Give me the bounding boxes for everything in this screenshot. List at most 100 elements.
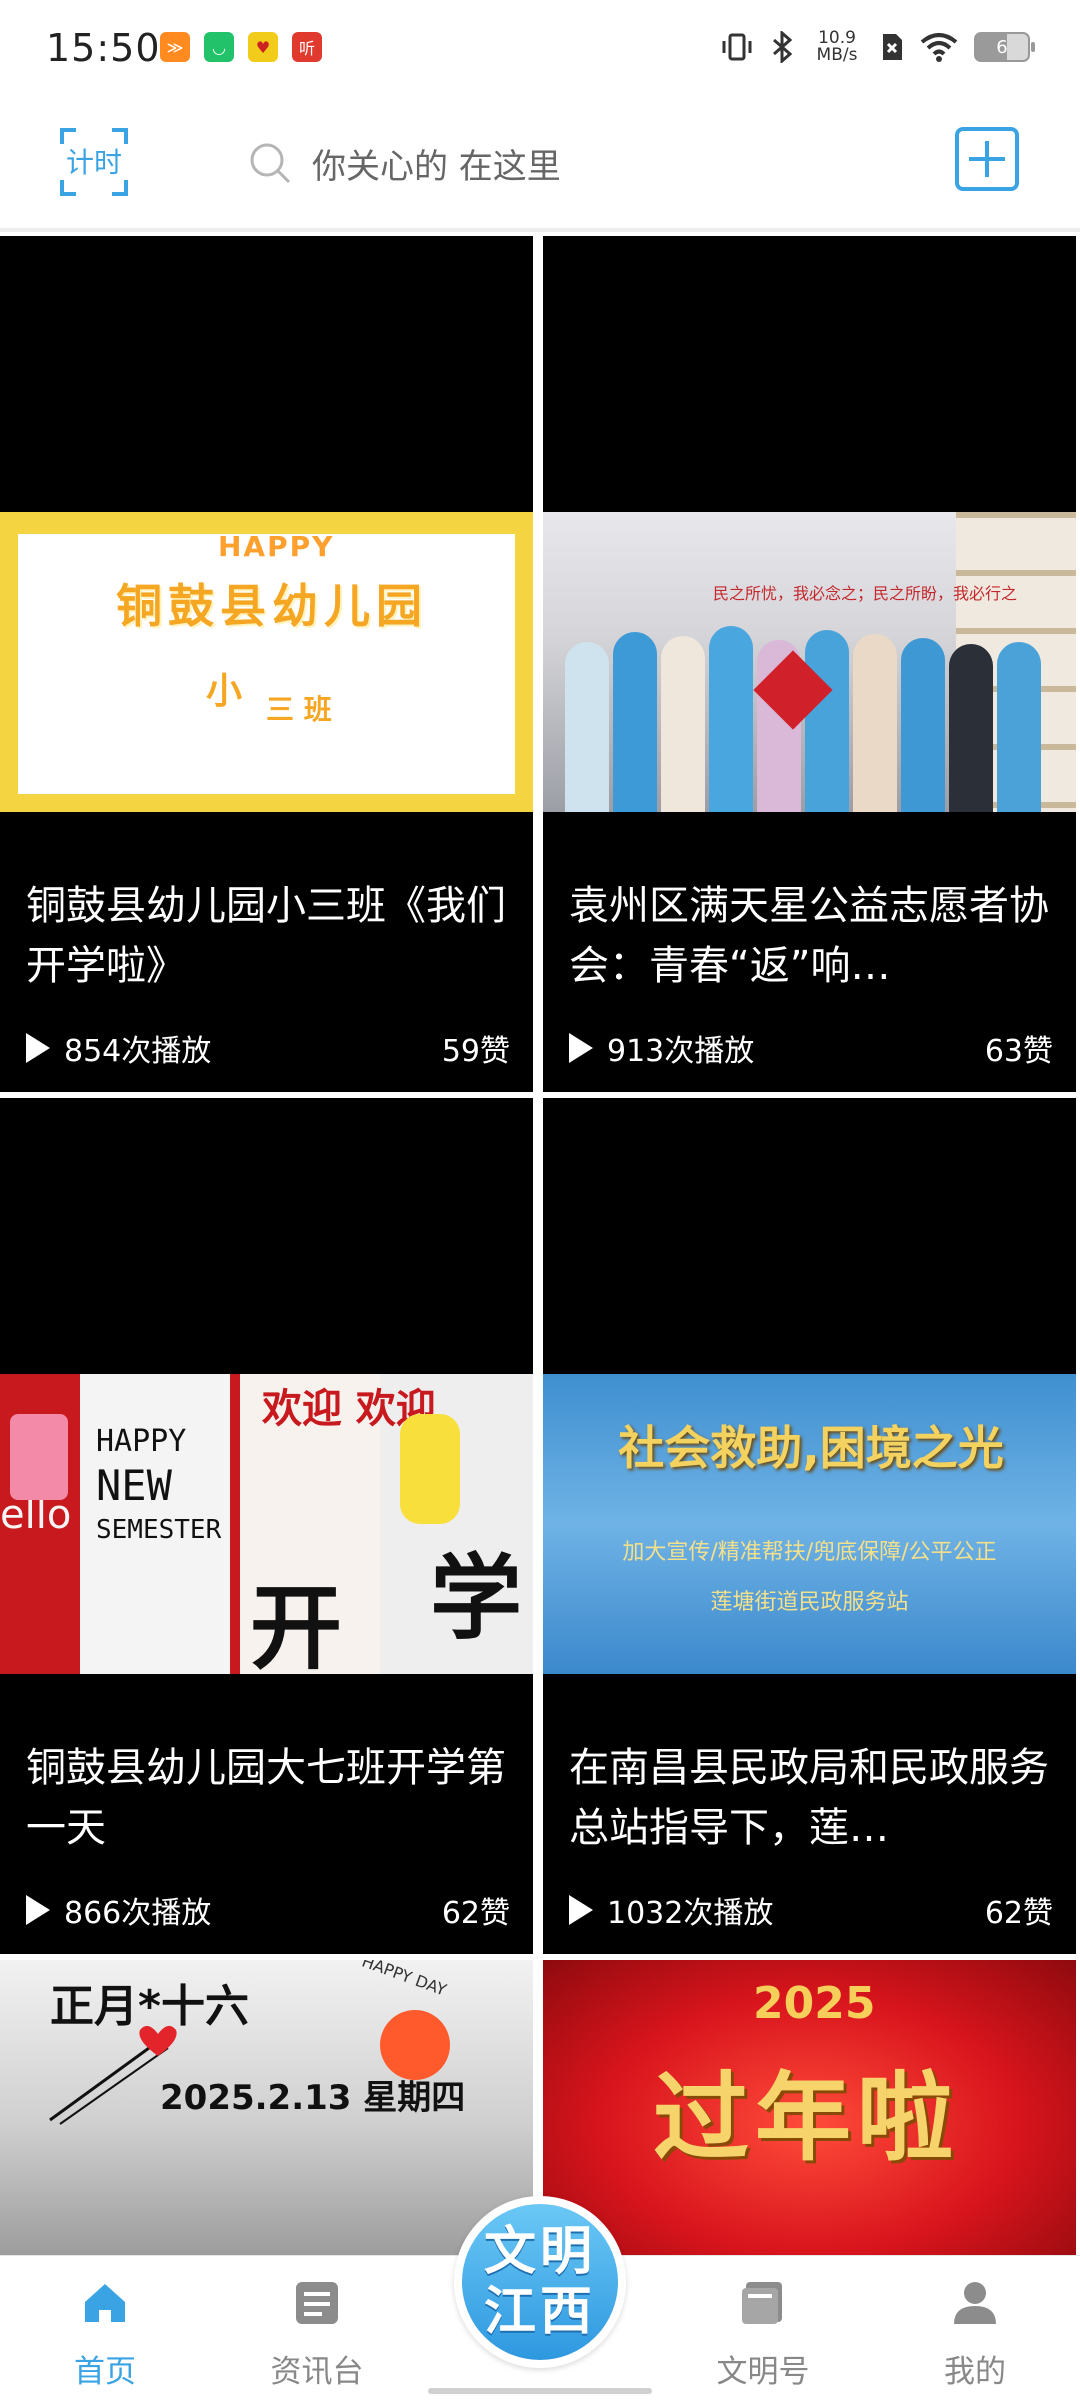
- app-green-icon: ◡: [204, 32, 234, 62]
- nav-label: 资讯台: [270, 2354, 364, 2390]
- app-yellow-icon: ♥: [248, 32, 278, 62]
- thumbnail-text: 过年啦: [653, 2062, 959, 2174]
- thumbnail-text: HAPPY: [218, 530, 335, 563]
- video-title: 铜鼓县幼儿园小三班《我们开学啦》: [26, 883, 506, 989]
- video-thumbnail: 社会救助,困境之光 加大宣传/精准帮扶/兜底保障/公平公正 莲塘街道民政服务站: [543, 1374, 1076, 1674]
- play-count: 913次播放: [607, 1034, 755, 1069]
- thumbnail-text: 三 班: [266, 693, 332, 726]
- thumbnail-text: 铜鼓县幼儿园: [116, 579, 428, 633]
- news-icon: [290, 2276, 344, 2330]
- video-title: 在南昌县民政局和民政服务总站指导下，莲…: [569, 1745, 1049, 1851]
- thumbnail-text: 莲塘街道民政服务站: [710, 1590, 909, 1615]
- video-card[interactable]: 民之所忧，我必念之；民之所盼，我必行之 袁州区满天星公益志愿者协会：青春“返”响…: [543, 236, 1076, 1092]
- status-indicators: 10.9 MB/s 6: [720, 28, 1035, 65]
- video-card[interactable]: 正月*十六 2025.2.13 星期四 HAPPY DAY: [0, 1960, 533, 2260]
- thumbnail-letterbox: [543, 236, 1076, 512]
- video-card[interactable]: 2025 过年啦: [543, 1960, 1076, 2260]
- like-count: 62赞: [441, 1896, 510, 1931]
- thumbnail-figure: [805, 630, 849, 812]
- thumbnail-letterbox: [0, 236, 533, 512]
- thumbnail-text: 2025: [753, 1978, 876, 2029]
- status-bar: 15:50 ≫ ◡ ♥ 听 10.9 MB/s 6: [0, 0, 1080, 98]
- wenming-jiangxi-button[interactable]: 文明 江西: [454, 2196, 626, 2368]
- play-count: 854次播放: [64, 1034, 212, 1069]
- scan-timer-icon: 计时: [60, 128, 128, 196]
- video-meta: 1032次播放 62赞: [569, 1888, 1053, 1932]
- like-count: 62赞: [984, 1896, 1053, 1931]
- nav-home[interactable]: 首页: [30, 2256, 180, 2400]
- video-card[interactable]: HAPPY NEW SEMESTER 欢迎 欢迎 开 学 ello 铜鼓县幼儿园大七…: [0, 1098, 533, 1954]
- center-logo-text: 文明: [483, 2222, 596, 2282]
- nav-news[interactable]: 资讯台: [242, 2256, 392, 2400]
- search-placeholder: 你关心的 在这里: [312, 146, 561, 187]
- nav-label: 我的: [944, 2354, 1006, 2390]
- thumbnail-figure: [613, 632, 657, 812]
- video-thumbnail: 正月*十六 2025.2.13 星期四 HAPPY DAY: [0, 1960, 533, 2260]
- thumbnail-lantern: [10, 1414, 68, 1500]
- wifi-icon: [920, 33, 958, 62]
- video-meta: 854次播放 59赞: [26, 1026, 510, 1070]
- thumbnail-figure: [661, 636, 705, 812]
- video-thumbnail: 民之所忧，我必念之；民之所盼，我必行之: [543, 512, 1076, 812]
- video-meta: 866次播放 62赞: [26, 1888, 510, 1932]
- app-ting-icon: 听: [292, 32, 322, 62]
- user-icon: [948, 2276, 1002, 2330]
- add-button[interactable]: [954, 126, 1020, 192]
- nav-label: 首页: [74, 2354, 136, 2390]
- thumbnail-text: HAPPY NEW SEMESTER: [96, 1424, 222, 1545]
- thumbnail-sun: [380, 2010, 450, 2080]
- net-speed: 10.9 MB/s: [816, 28, 858, 65]
- no-sim-icon: [883, 34, 902, 60]
- home-icon: [78, 2276, 132, 2330]
- thumbnail-figure: [853, 634, 897, 812]
- video-title: 袁州区满天星公益志愿者协会：青春“返”响…: [569, 883, 1049, 989]
- status-time: 15:50: [46, 26, 161, 70]
- thumbnail-text: 开: [250, 1575, 343, 1674]
- thumbnail-letterbox: [543, 1098, 1076, 1374]
- thumbnail-text: HAPPY DAY: [359, 1960, 449, 2000]
- vibrate-icon: [722, 33, 752, 61]
- heart-arrow-icon: [49, 2025, 177, 2125]
- video-meta: 913次播放 63赞: [569, 1026, 1053, 1070]
- home-indicator[interactable]: [428, 2388, 652, 2394]
- status-app-icons: ≫ ◡ ♥ 听: [160, 32, 322, 62]
- nav-profile[interactable]: 我的: [900, 2256, 1050, 2400]
- thumbnail-lantern: [400, 1414, 460, 1524]
- app-orange-icon: ≫: [160, 32, 190, 62]
- nav-label: 文明号: [716, 2354, 810, 2390]
- video-thumbnail: HAPPY 铜鼓县幼儿园 小 三 班: [0, 512, 533, 812]
- thumbnail-letterbox: [0, 1098, 533, 1374]
- video-title: 铜鼓县幼儿园大七班开学第一天: [26, 1745, 506, 1851]
- scan-button[interactable]: 计时: [58, 126, 130, 198]
- thumbnail-figure: [901, 638, 945, 812]
- play-count: 1032次播放: [607, 1896, 774, 1931]
- thumbnail-text: 小: [206, 671, 243, 712]
- thumbnail-figure: [709, 626, 753, 812]
- video-card[interactable]: 社会救助,困境之光 加大宣传/精准帮扶/兜底保障/公平公正 莲塘街道民政服务站 …: [543, 1098, 1076, 1954]
- search-bar[interactable]: 你关心的 在这里: [248, 130, 848, 196]
- battery-icon: 6: [974, 32, 1035, 62]
- top-bar: 计时 你关心的 在这里: [0, 98, 1080, 232]
- book-icon: [736, 2276, 790, 2330]
- like-count: 59赞: [441, 1034, 510, 1069]
- nav-wenming-hao[interactable]: 文明号: [688, 2256, 838, 2400]
- thumbnail-figure: [565, 642, 609, 812]
- thumbnail-text: 民之所忧，我必念之；民之所盼，我必行之: [713, 584, 1018, 603]
- like-count: 63赞: [984, 1034, 1053, 1069]
- play-icon: [26, 1033, 50, 1063]
- thumbnail-figure: [949, 644, 993, 812]
- plus-square-icon: [955, 127, 1019, 191]
- video-thumbnail: 2025 过年啦: [543, 1960, 1076, 2260]
- video-thumbnail: HAPPY NEW SEMESTER 欢迎 欢迎 开 学 ello: [0, 1374, 533, 1674]
- video-card[interactable]: HAPPY 铜鼓县幼儿园 小 三 班 铜鼓县幼儿园小三班《我们开学啦》 854次…: [0, 236, 533, 1092]
- bluetooth-icon: [773, 31, 793, 63]
- play-icon: [569, 1895, 593, 1925]
- play-count: 866次播放: [64, 1896, 212, 1931]
- search-icon: [250, 143, 291, 184]
- thumbnail-text: 加大宣传/精准帮扶/兜底保障/公平公正: [622, 1540, 997, 1565]
- play-icon: [569, 1033, 593, 1063]
- thumbnail-figure: [997, 642, 1041, 812]
- thumbnail-text: 社会救助,困境之光: [618, 1421, 1004, 1475]
- svg-text:计时: 计时: [66, 146, 122, 179]
- play-icon: [26, 1895, 50, 1925]
